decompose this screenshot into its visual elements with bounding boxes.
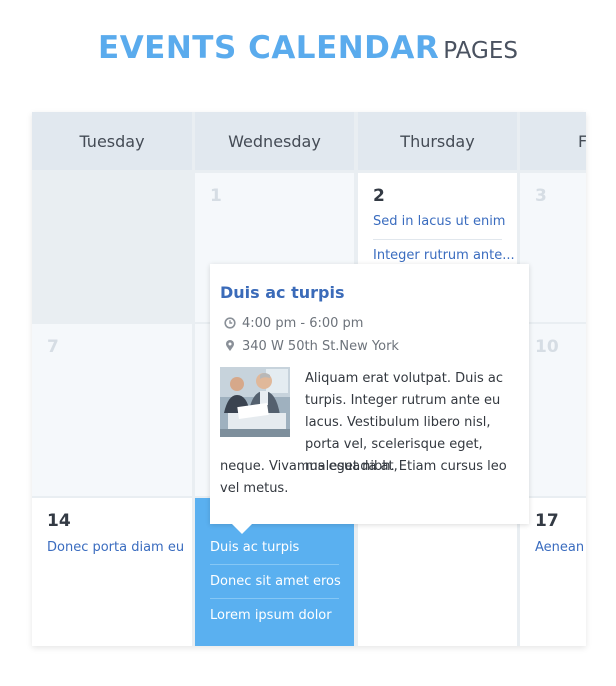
- weekday-header-friday: F: [520, 112, 586, 170]
- page-title: EVENTS CALENDAR PAGES: [0, 30, 616, 66]
- title-main: EVENTS CALENDAR: [98, 30, 440, 66]
- event-link[interactable]: Sed in lacus ut enim: [373, 214, 505, 229]
- event-popup: Duis ac turpis 4:00 pm - 6:00 pm 340 W 5…: [210, 264, 529, 534]
- event-link[interactable]: Integer rutrum ante...: [373, 248, 515, 263]
- event-divider: [210, 564, 339, 565]
- event-link[interactable]: Donec porta diam eu: [47, 540, 184, 555]
- day-cell-empty: [32, 173, 192, 322]
- event-link[interactable]: Lorem ipsum dolor: [210, 608, 332, 623]
- day-number: 1: [210, 186, 222, 206]
- day-cell-7[interactable]: 7: [32, 324, 192, 496]
- weekday-header-friday-label: F: [578, 132, 586, 151]
- weekday-header-tuesday: Tuesday: [32, 112, 192, 170]
- popup-location: 340 W 50th St.New York: [224, 339, 399, 354]
- popup-description-continued: neque. Vivamus eget nibh. Etiam cursus l…: [220, 459, 507, 496]
- day-number: 3: [535, 186, 547, 206]
- event-divider: [373, 239, 502, 240]
- map-pin-icon: [226, 340, 234, 351]
- day-number: 2: [373, 186, 385, 206]
- event-link[interactable]: Donec sit amet eros: [210, 574, 341, 589]
- day-cell-3[interactable]: 3: [520, 173, 586, 322]
- day-cell-17[interactable]: 17 Aenean a: [520, 498, 586, 646]
- event-link[interactable]: Aenean a: [535, 540, 586, 555]
- event-photo: [220, 367, 290, 437]
- weekday-header-wednesday: Wednesday: [195, 112, 354, 170]
- event-divider: [210, 598, 339, 599]
- popup-title[interactable]: Duis ac turpis: [220, 283, 345, 302]
- event-link-active[interactable]: Duis ac turpis: [210, 540, 299, 555]
- day-number: 7: [47, 337, 59, 357]
- day-cell-10[interactable]: 10: [520, 324, 586, 496]
- popup-time-text: 4:00 pm - 6:00 pm: [242, 316, 364, 331]
- weekday-header-thursday: Thursday: [358, 112, 517, 170]
- popup-pointer: [232, 524, 252, 534]
- day-number: 10: [535, 337, 559, 357]
- day-number: 17: [535, 511, 559, 531]
- day-cell-14[interactable]: 14 Donec porta diam eu: [32, 498, 192, 646]
- popup-time: 4:00 pm - 6:00 pm: [224, 316, 363, 331]
- clock-icon: [224, 317, 236, 329]
- title-sub: PAGES: [443, 38, 518, 64]
- day-number: 14: [47, 511, 71, 531]
- popup-location-text: 340 W 50th St.New York: [242, 339, 399, 354]
